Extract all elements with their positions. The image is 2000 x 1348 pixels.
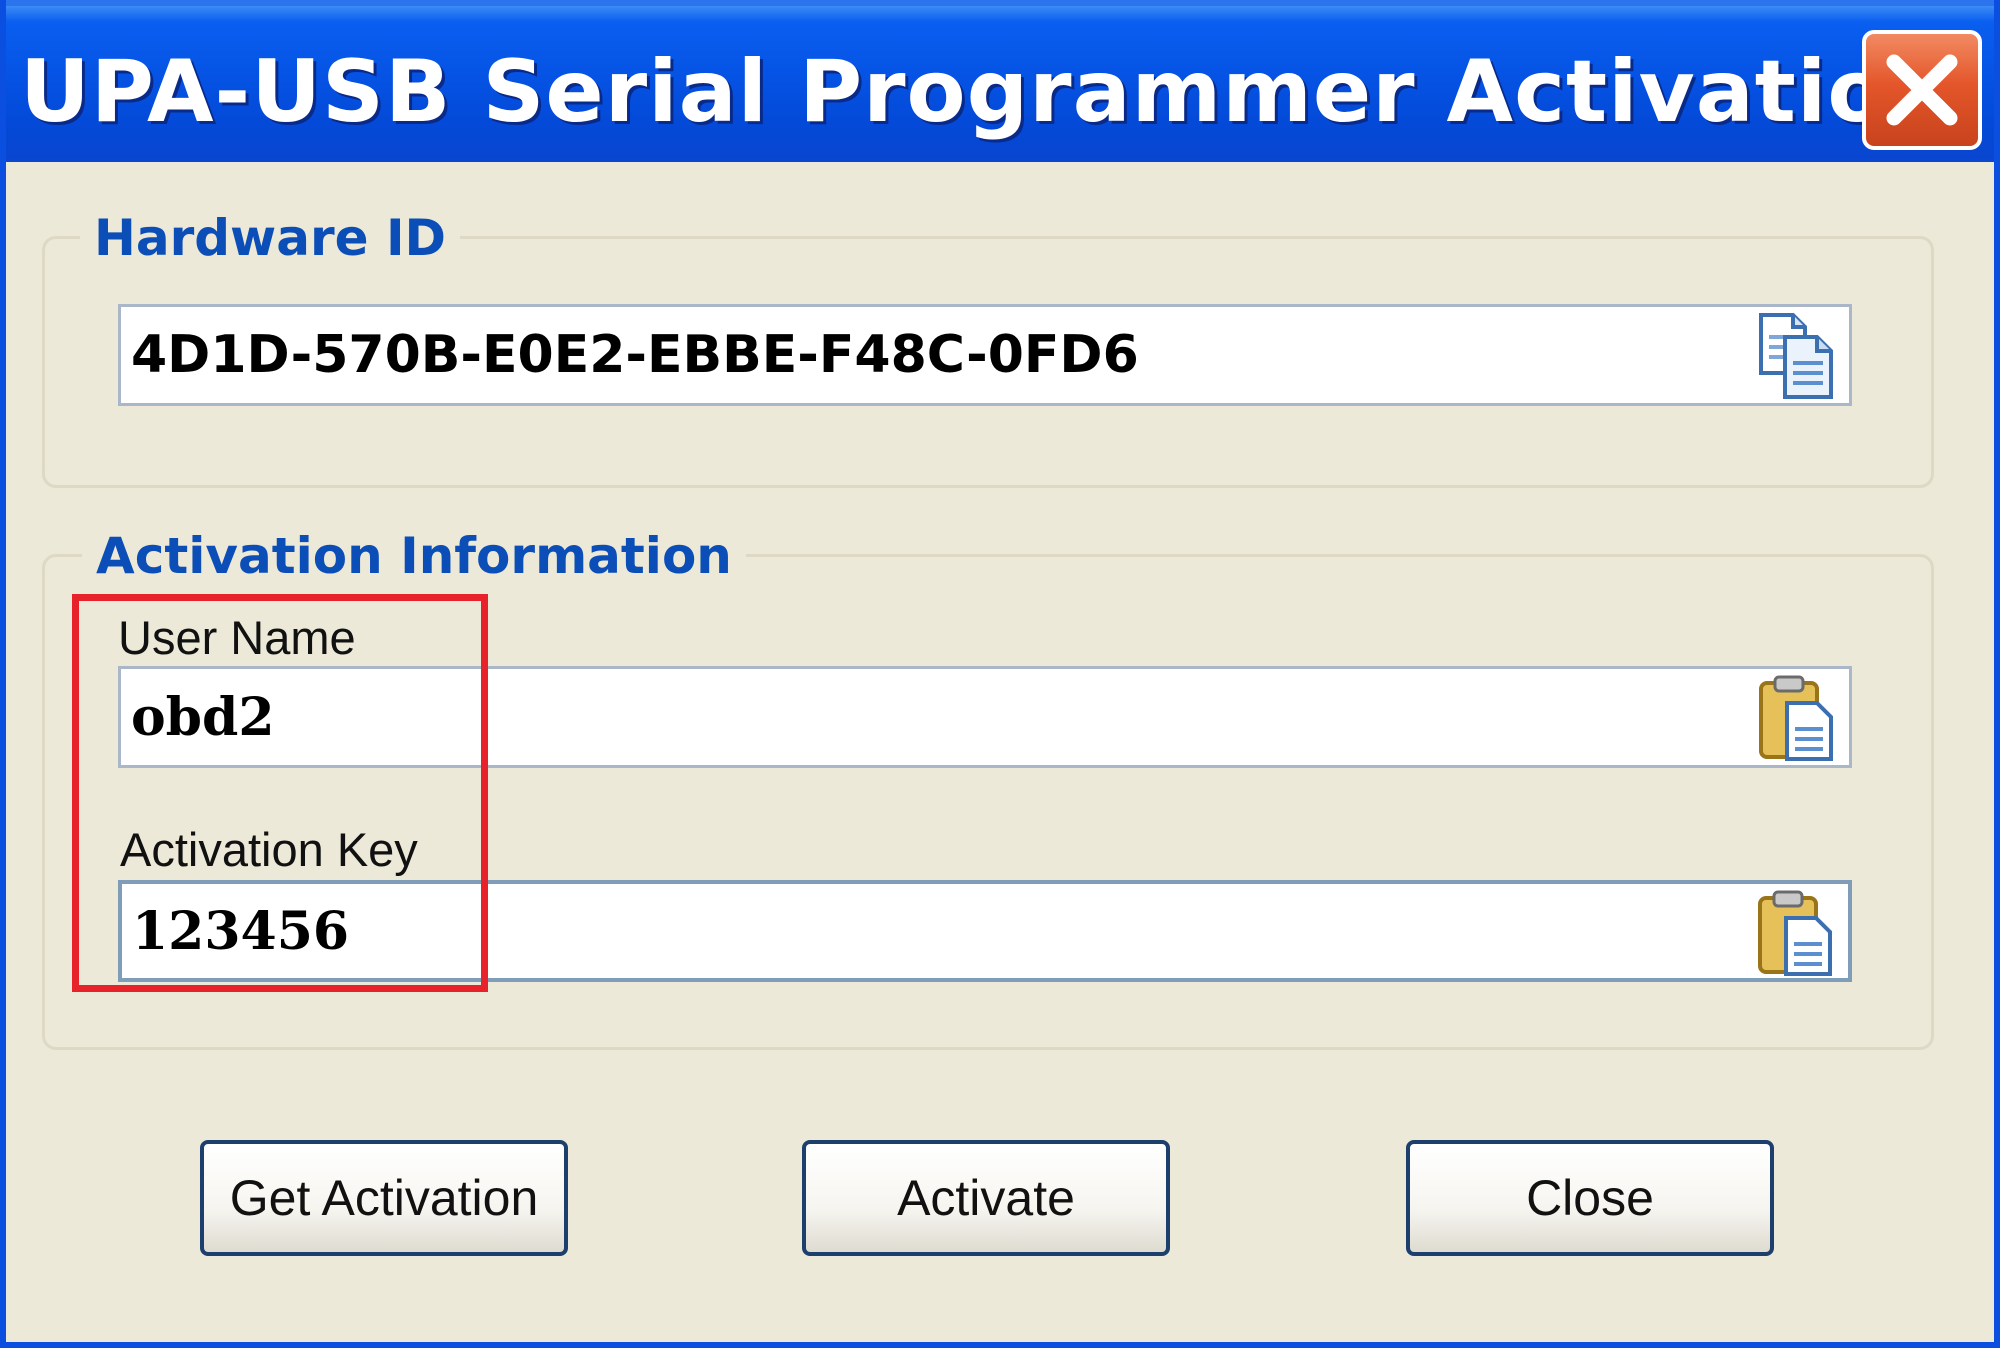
close-button[interactable]: Close xyxy=(1406,1140,1774,1256)
activation-info-legend: Activation Information xyxy=(82,526,746,586)
clipboard-paste-icon[interactable] xyxy=(1754,888,1838,983)
hardware-id-legend: Hardware ID xyxy=(80,208,461,268)
hardware-id-field[interactable]: 4D1D-570B-E0E2-EBBE-F48C-0FD6 xyxy=(118,304,1852,406)
activation-dialog: UPA-USB Serial Programmer Activation Har… xyxy=(0,0,2000,1348)
copy-icon[interactable] xyxy=(1755,311,1839,406)
window-close-button[interactable] xyxy=(1862,30,1982,150)
close-x-icon xyxy=(1886,54,1958,126)
get-activation-button[interactable]: Get Activation xyxy=(200,1140,568,1256)
highlight-box xyxy=(72,594,488,992)
clipboard-paste-icon[interactable] xyxy=(1755,673,1839,768)
hardware-id-value: 4D1D-570B-E0E2-EBBE-F48C-0FD6 xyxy=(131,325,1139,385)
window-title: UPA-USB Serial Programmer Activation xyxy=(20,42,1950,142)
title-bar[interactable]: UPA-USB Serial Programmer Activation xyxy=(6,0,1994,162)
activate-button[interactable]: Activate xyxy=(802,1140,1170,1256)
